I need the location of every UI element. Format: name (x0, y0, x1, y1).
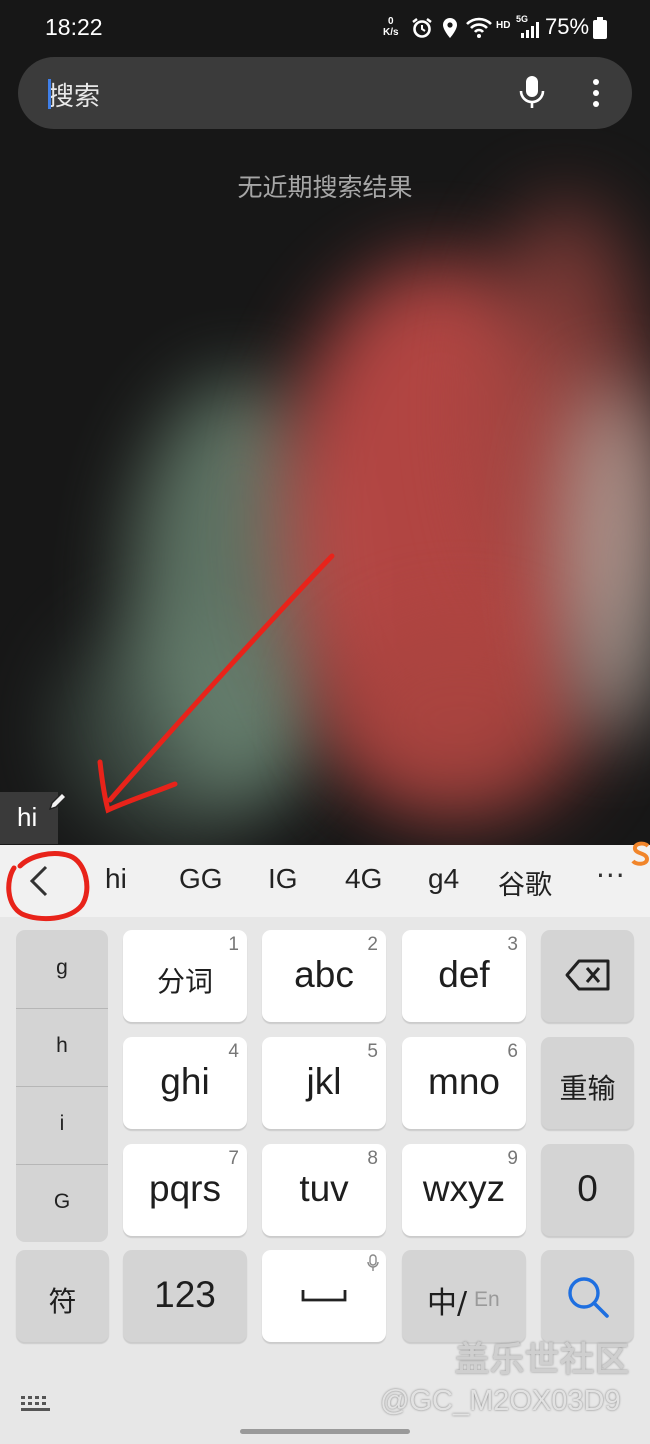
search-bar[interactable]: 搜索 (18, 57, 632, 129)
net-speed-value: 0 (388, 16, 394, 27)
location-icon (443, 18, 457, 38)
key-label: wxyz (422, 1168, 506, 1209)
chevron-left-icon[interactable] (20, 861, 60, 901)
pinyin-candidate[interactable]: G (16, 1164, 108, 1242)
key-label: jkl (306, 1061, 342, 1102)
lang-english-label: En (474, 1288, 500, 1311)
key-label: tuv (299, 1168, 349, 1209)
key-label: pqrs (149, 1168, 221, 1209)
key-number: 8 (367, 1148, 378, 1169)
ime-logo-icon (631, 841, 650, 866)
key-number: 4 (228, 1041, 239, 1062)
key-label: mno (428, 1061, 500, 1102)
key-number: 6 (507, 1041, 518, 1062)
more-options-icon[interactable] (588, 77, 604, 109)
key-4[interactable]: ghi 4 (123, 1037, 247, 1129)
key-number: 3 (507, 934, 518, 955)
key-label: 123 (154, 1274, 216, 1315)
retype-key[interactable]: 重输 (541, 1037, 634, 1129)
battery-icon (593, 17, 607, 39)
key-label: 符 (48, 1285, 77, 1318)
candidate-word[interactable]: 谷歌 (498, 863, 552, 902)
composing-text: hi (17, 802, 38, 832)
key-1[interactable]: 分词 1 (123, 930, 247, 1022)
search-input[interactable]: 搜索 (48, 76, 100, 113)
key-8[interactable]: tuv 8 (262, 1144, 386, 1236)
key-9[interactable]: wxyz 9 (402, 1144, 526, 1236)
text-cursor (48, 79, 51, 109)
key-label: def (438, 954, 490, 995)
symbols-key[interactable]: 符 (16, 1250, 109, 1342)
key-label: 重输 (559, 1072, 616, 1105)
ime-brand-badge (630, 840, 650, 866)
backspace-icon (565, 959, 610, 991)
search-icon (568, 1277, 609, 1318)
pinyin-candidate[interactable]: h (16, 1008, 108, 1087)
key-number: 7 (228, 1148, 239, 1169)
home-indicator[interactable] (240, 1429, 410, 1434)
candidate-word[interactable]: hi (105, 863, 127, 895)
network-speed: 0 K/s (383, 16, 399, 38)
candidate-word[interactable]: g4 (428, 863, 459, 895)
key-number: 2 (367, 934, 378, 955)
search-key[interactable] (541, 1250, 634, 1342)
key-0[interactable]: 0 (541, 1144, 634, 1236)
lang-chinese-label: 中/ (427, 1286, 468, 1321)
key-number: 1 (228, 934, 239, 955)
space-key[interactable] (262, 1250, 386, 1342)
signal-icon (521, 22, 539, 38)
pinyin-candidate[interactable]: g (16, 930, 108, 1009)
no-recent-searches-message: 无近期搜索结果 (237, 173, 413, 202)
pinyin-candidate[interactable]: i (16, 1086, 108, 1165)
key-label: ghi (160, 1061, 210, 1102)
watermark-user: @GC_M2OX03D9 (380, 1385, 621, 1417)
edit-pencil-icon[interactable] (46, 791, 70, 815)
candidate-word[interactable]: GG (179, 863, 223, 895)
key-label: abc (294, 954, 354, 995)
key-label: 0 (577, 1168, 598, 1209)
status-bar: 18:22 0 K/s HD 5G 75% (0, 0, 650, 56)
key-6[interactable]: mno 6 (402, 1037, 526, 1129)
numbers-key[interactable]: 123 (123, 1250, 247, 1342)
pinyin-candidate-column: g h i G (16, 930, 108, 1242)
hd-voice-indicator: HD (496, 20, 511, 31)
status-time: 18:22 (45, 14, 103, 40)
microphone-icon[interactable] (518, 75, 546, 111)
microphone-icon (367, 1254, 379, 1271)
key-2[interactable]: abc 2 (262, 930, 386, 1022)
candidate-word[interactable]: 4G (345, 863, 382, 895)
battery-percent: 75% (545, 14, 590, 39)
language-switch-key[interactable]: 中/ En (402, 1250, 526, 1342)
key-label: 分词 (156, 965, 213, 998)
wifi-icon (466, 17, 492, 38)
key-3[interactable]: def 3 (402, 930, 526, 1022)
key-7[interactable]: pqrs 7 (123, 1144, 247, 1236)
more-candidates-button[interactable]: ··· (596, 859, 626, 892)
key-number: 9 (507, 1148, 518, 1169)
watermark-community: 盖乐世社区 (455, 1340, 630, 1380)
keyboard-toggle-icon[interactable] (20, 1394, 52, 1414)
candidate-bar: hi GG IG 4G g4 谷歌 ··· (0, 845, 650, 917)
net-speed-unit: K/s (383, 27, 399, 38)
key-5[interactable]: jkl 5 (262, 1037, 386, 1129)
space-icon (301, 1290, 347, 1302)
backspace-key[interactable] (541, 930, 634, 1022)
alarm-icon (412, 18, 432, 38)
key-number: 5 (367, 1041, 378, 1062)
candidate-word[interactable]: IG (268, 863, 298, 895)
